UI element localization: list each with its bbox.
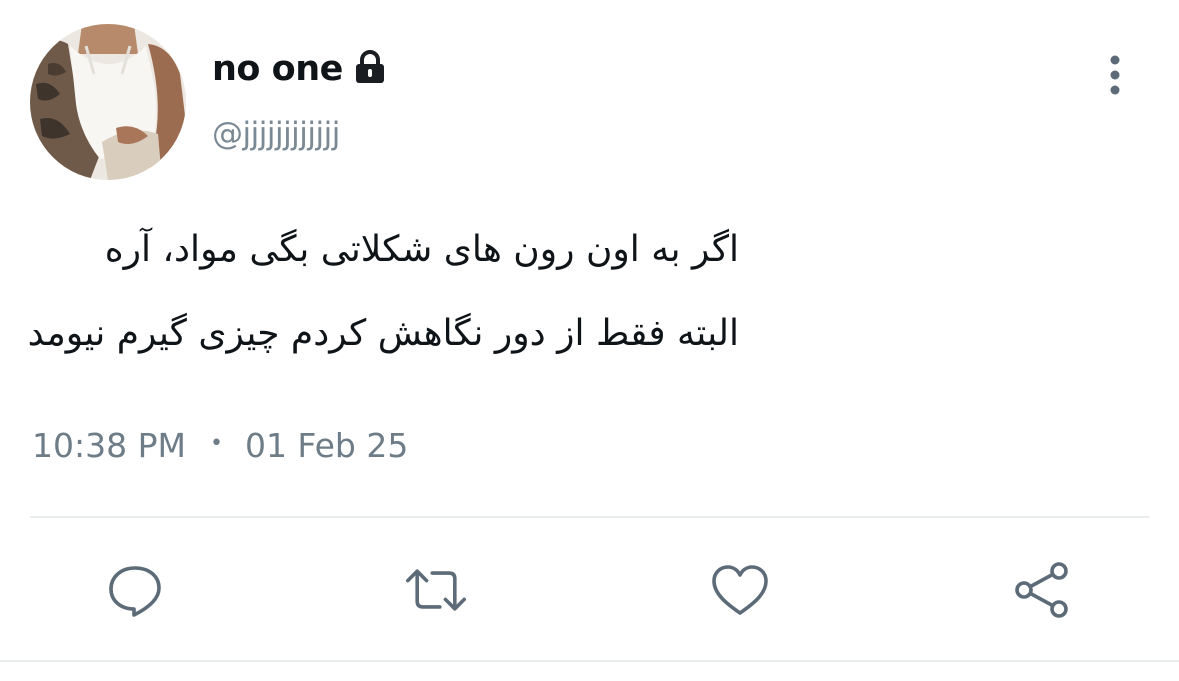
- like-button[interactable]: [708, 560, 772, 620]
- tweet-time: 10:38 PM: [32, 425, 186, 465]
- avatar[interactable]: [30, 24, 186, 180]
- divider: [30, 516, 1149, 518]
- user-name-row[interactable]: no one: [212, 46, 387, 92]
- meta-separator: •: [209, 430, 223, 456]
- share-button[interactable]: [1010, 560, 1074, 620]
- share-icon: [1015, 562, 1068, 618]
- like-icon: [712, 565, 768, 615]
- tweet-line: البته فقط از دور نگاهش کردم چیزی گیرم نی…: [27, 313, 739, 354]
- retweet-icon: [405, 569, 467, 611]
- avatar-photo: [30, 24, 186, 180]
- tweet-meta: 10:38 PM • 01 Feb 25: [32, 422, 408, 468]
- reply-icon: [109, 566, 161, 617]
- bottom-divider: [0, 660, 1179, 662]
- tweet-text: اگر به اون رون های شکلاتی بگی مواد، آره …: [19, 208, 739, 376]
- tweet-line: اگر به اون رون های شکلاتی بگی مواد، آره: [104, 229, 739, 270]
- tweet-date: 01 Feb 25: [244, 425, 409, 465]
- display-name[interactable]: no one: [212, 46, 343, 92]
- retweet-button[interactable]: [404, 560, 468, 620]
- lock-icon: [353, 50, 387, 84]
- more-vertical-icon[interactable]: [1096, 52, 1134, 98]
- user-handle[interactable]: @jjjjjjjjjjjj: [212, 112, 340, 156]
- reply-button[interactable]: [103, 560, 167, 620]
